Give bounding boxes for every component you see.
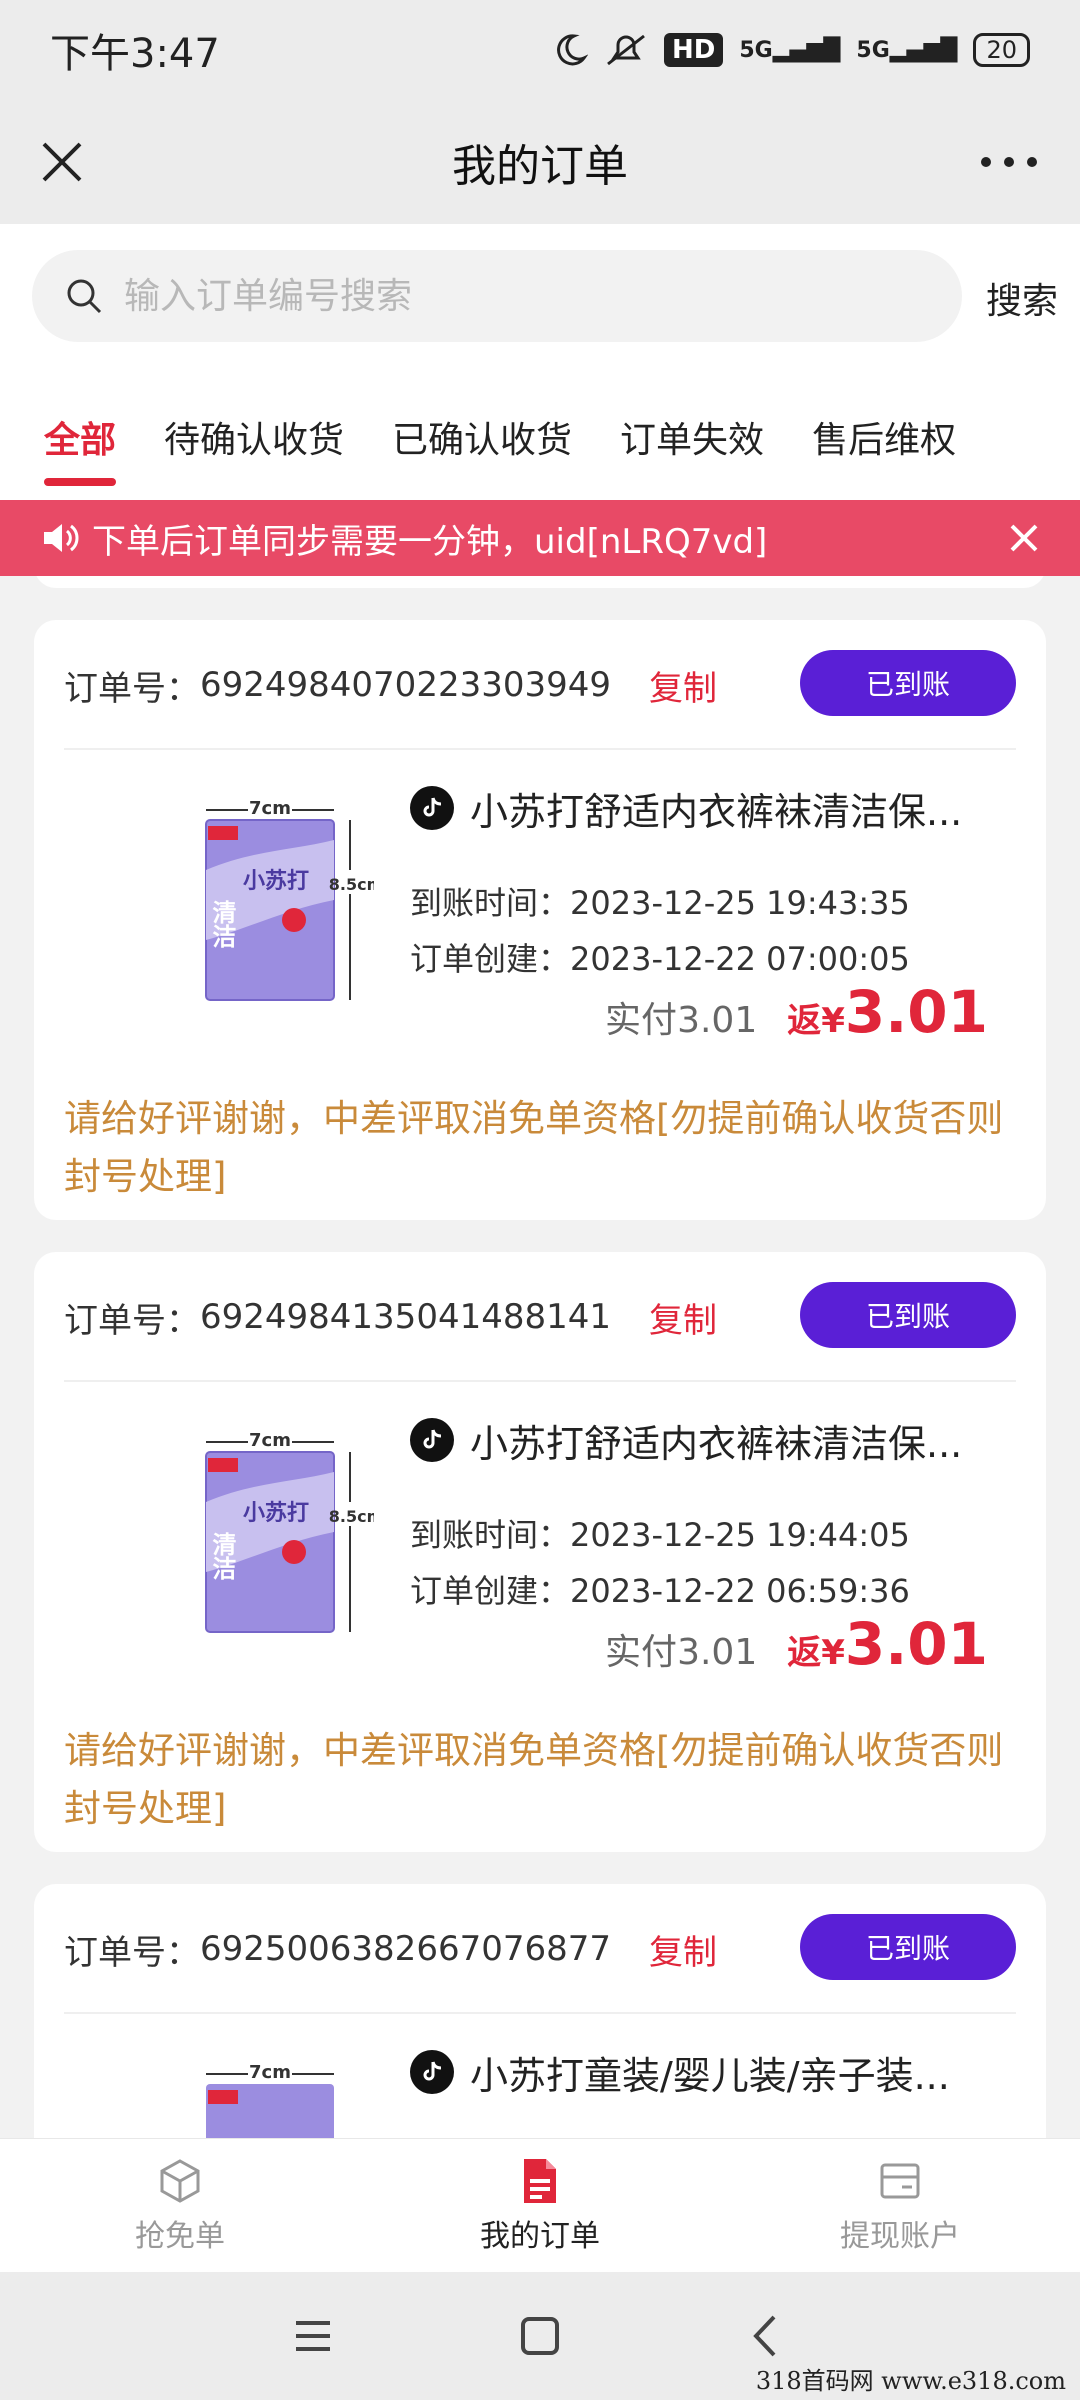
system-nav-bar: 318首码网 www.e318.com <box>0 2272 1080 2400</box>
nav-item-free-orders[interactable]: 抢免单 <box>0 2139 360 2272</box>
more-icon[interactable] <box>974 136 1044 188</box>
order-label: 订单号： <box>64 1932 200 1973</box>
home-icon[interactable] <box>515 2311 565 2361</box>
order-card: 订单号： 6924984070223303949 复制 已到账 7cm 清洁 小… <box>34 620 1046 1220</box>
paid-amount: 实付3.01 <box>605 1000 758 1041</box>
svg-text:8.5cm: 8.5cm <box>329 875 374 894</box>
tab-all[interactable]: 全部 <box>20 374 140 500</box>
hd-badge: HD <box>663 33 724 67</box>
rebate-label: 返 <box>787 1001 822 1041</box>
document-icon <box>524 2158 556 2203</box>
notice-text: 下单后订单同步需要一分钟，uid[nLRQ7vd] <box>92 521 768 562</box>
status-badge[interactable]: 已到账 <box>800 1282 1016 1348</box>
status-bar: 下午3:47 HD 5G▂▄▆█ 5G▂▄▆█ 20 <box>0 0 1080 100</box>
created-time: 订单创建：2023-12-22 06:59:36 <box>410 1572 910 1610</box>
search-icon <box>67 279 102 314</box>
search-button[interactable]: 搜索 <box>986 272 1058 324</box>
order-number: 6925006382667076877 <box>200 1929 612 1969</box>
app-header: 我的订单 <box>0 100 1080 224</box>
rebate-label: 返 <box>787 1633 822 1673</box>
search-bar: 搜索 <box>0 224 1080 374</box>
divider <box>64 2012 1016 2014</box>
nav-item-withdraw-account[interactable]: 提现账户 <box>720 2139 1080 2272</box>
rebate-amount: 3.01 <box>844 1610 988 1678</box>
order-label: 订单号： <box>64 668 200 709</box>
card-icon <box>880 2163 920 2198</box>
moon-icon <box>557 34 588 66</box>
copy-button[interactable]: 复制 <box>649 661 717 710</box>
close-icon[interactable] <box>30 130 94 194</box>
speaker-icon <box>44 524 79 552</box>
tab-invalid[interactable]: 订单失效 <box>596 374 788 500</box>
product-image[interactable]: 7cm <box>164 2054 374 2138</box>
menu-icon[interactable] <box>288 2311 338 2361</box>
order-list: 订单号： 6924984070223303949 复制 已到账 7cm 清洁 小… <box>0 576 1080 2138</box>
currency-symbol: ¥ <box>821 1633 845 1673</box>
copy-button[interactable]: 复制 <box>649 1925 717 1974</box>
order-card: 订单号： 6924984135041488141 复制 已到账 7cm 清洁 小… <box>34 1252 1046 1852</box>
order-number: 6924984135041488141 <box>200 1297 612 1337</box>
search-input[interactable] <box>124 275 884 317</box>
mute-icon <box>607 34 645 66</box>
cube-icon <box>160 2158 200 2203</box>
created-time: 订单创建：2023-12-22 07:00:05 <box>410 940 910 978</box>
tab-pending-receipt[interactable]: 待确认收货 <box>140 374 368 500</box>
product-title[interactable]: 小苏打舒适内衣裤袜清洁保... <box>410 778 1030 838</box>
notice-close-icon[interactable] <box>1004 518 1044 558</box>
search-box <box>32 250 962 342</box>
svg-text:7cm: 7cm <box>249 1430 291 1451</box>
tiktok-icon <box>410 786 454 830</box>
svg-text:小苏打: 小苏打 <box>243 868 309 894</box>
order-number-row: 订单号： 6924984135041488141 复制 已到账 <box>64 1282 1016 1352</box>
product-title[interactable]: 小苏打童装/婴儿装/亲子装... <box>410 2042 1030 2102</box>
notice-banner: 下单后订单同步需要一分钟，uid[nLRQ7vd] <box>0 500 1080 576</box>
review-note: 请给好评谢谢，中差评取消免单资格[勿提前确认收货否则封号处理] <box>64 1097 1004 1198</box>
tiktok-icon <box>410 2050 454 2094</box>
arrival-time: 到账时间：2023-12-25 19:44:05 <box>410 1516 910 1554</box>
signal-icon: 5G▂▄▆█ <box>739 37 841 63</box>
battery-icon: 20 <box>973 33 1030 67</box>
divider <box>64 748 1016 750</box>
price-row: 实付3.01 返 ¥3.01 <box>605 1610 988 1678</box>
back-icon[interactable] <box>742 2311 792 2361</box>
svg-text:7cm: 7cm <box>249 798 291 819</box>
product-image[interactable]: 7cm 清洁 小苏打 8.5cm <box>164 790 374 1020</box>
tab-underline <box>44 478 117 486</box>
order-number: 6924984070223303949 <box>200 665 612 705</box>
status-icons: HD 5G▂▄▆█ 5G▂▄▆█ 20 <box>552 32 1030 68</box>
tab-after-sales[interactable]: 售后维权 <box>788 374 980 500</box>
svg-text:清洁: 清洁 <box>208 900 236 949</box>
product-image[interactable]: 7cm 清洁 小苏打 8.5cm <box>164 1422 374 1652</box>
review-note: 请给好评谢谢，中差评取消免单资格[勿提前确认收货否则封号处理] <box>64 1729 1004 1830</box>
currency-symbol: ¥ <box>821 1001 845 1041</box>
copy-button[interactable]: 复制 <box>649 1293 717 1342</box>
svg-text:清洁: 清洁 <box>208 1532 236 1581</box>
svg-text:7cm: 7cm <box>249 2062 291 2083</box>
tab-confirmed-receipt[interactable]: 已确认收货 <box>368 374 596 500</box>
price-row: 实付3.01 返 ¥3.01 <box>605 978 988 1046</box>
nav-item-my-orders[interactable]: 我的订单 <box>360 2139 720 2272</box>
arrival-time: 到账时间：2023-12-25 19:43:35 <box>410 884 910 922</box>
product-title[interactable]: 小苏打舒适内衣裤袜清洁保... <box>410 1410 1030 1470</box>
bottom-nav: 抢免单 我的订单 提现账户 <box>0 2138 1080 2272</box>
svg-text:小苏打: 小苏打 <box>243 1500 309 1526</box>
svg-text:8.5cm: 8.5cm <box>329 1507 374 1526</box>
watermark: 318首码网 www.e318.com <box>755 2367 1066 2395</box>
paid-amount: 实付3.01 <box>605 1632 758 1673</box>
order-label: 订单号： <box>64 1300 200 1341</box>
divider <box>64 1380 1016 1382</box>
status-badge[interactable]: 已到账 <box>800 1914 1016 1980</box>
status-time: 下午3:47 <box>50 31 220 77</box>
order-number-row: 订单号： 6925006382667076877 复制 已到账 <box>64 1914 1016 1984</box>
rebate-amount: 3.01 <box>844 978 988 1046</box>
tiktok-icon <box>410 1418 454 1462</box>
previous-card-edge <box>34 576 1046 588</box>
order-tabs: 全部 待确认收货 已确认收货 订单失效 售后维权 <box>0 374 1080 500</box>
order-number-row: 订单号： 6924984070223303949 复制 已到账 <box>64 650 1016 720</box>
page-title: 我的订单 <box>452 141 628 192</box>
signal-icon-2: 5G▂▄▆█ <box>856 37 958 63</box>
order-card: 订单号： 6925006382667076877 复制 已到账 7cm 小苏打童… <box>34 1884 1046 2138</box>
status-badge[interactable]: 已到账 <box>800 650 1016 716</box>
